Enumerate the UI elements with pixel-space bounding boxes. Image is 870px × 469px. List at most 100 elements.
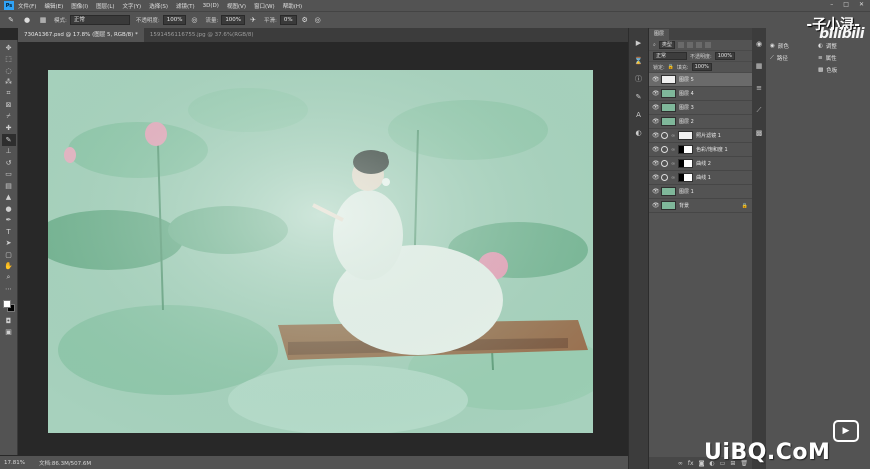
layer-name[interactable]: 色彩/饱和度 1 [696,146,727,153]
quick-mask-icon[interactable]: ◘ [2,315,16,327]
type-tool-icon[interactable]: T [2,226,16,238]
menu-view[interactable]: 视图(V) [227,2,246,10]
swatches-panel-icon[interactable]: ▩ [756,129,763,137]
layer-row[interactable]: 👁 ∞ 曲线 1 [649,171,752,185]
character-icon[interactable]: A [633,110,645,120]
layer-name[interactable]: 背景 [679,202,689,209]
brush-preset-icon[interactable]: ● [22,15,32,25]
filter-type-icon[interactable] [695,42,702,48]
tab-layers[interactable]: 图层 [649,29,670,40]
brush-panel-icon[interactable]: ✎ [633,92,645,102]
menu-layer[interactable]: 图层(L) [96,2,114,10]
menu-help[interactable]: 帮助(H) [283,2,302,10]
layer-style-icon[interactable]: fx [688,460,694,467]
eye-icon[interactable]: 👁 [652,188,660,195]
layer-row[interactable]: 👁 图层 1 [649,185,752,199]
layer-row[interactable]: 👁 ∞ 曲线 2 [649,157,752,171]
eye-icon[interactable]: 👁 [652,174,660,181]
link-layers-icon[interactable]: ∞ [678,460,683,467]
layer-name[interactable]: 照片滤镜 1 [696,132,721,139]
smooth-input[interactable]: 0% [279,15,297,25]
panel-paths[interactable]: ⟋ 路径 [770,54,788,63]
filter-pixel-icon[interactable] [677,42,684,48]
zoom-level[interactable]: 17.81% [4,460,25,466]
rectangle-tool-icon[interactable]: ▢ [2,249,16,261]
mode-select[interactable]: 正常 [69,15,130,25]
marquee-tool-icon[interactable]: ⬚ [2,54,16,66]
panel-adjust[interactable]: ◐ 调整 [818,42,837,50]
history-brush-tool-icon[interactable]: ↺ [2,157,16,169]
document-image[interactable] [48,70,593,433]
layer-name[interactable]: 图层 1 [679,188,694,195]
play-icon[interactable]: ▶ [633,38,645,48]
brush-tool-icon[interactable]: ✎ [1,134,16,146]
layer-name[interactable]: 图层 4 [679,90,694,97]
menu-edit[interactable]: 编辑(E) [44,2,63,10]
quick-select-tool-icon[interactable]: ⁂ [2,77,16,89]
hand-tool-icon[interactable]: ✋ [2,261,16,273]
color-swatches[interactable] [2,299,16,315]
layer-name[interactable]: 图层 5 [679,76,694,83]
color-panel-icon[interactable]: ◉ [756,40,762,48]
eye-icon[interactable]: 👁 [652,132,660,139]
path-selection-tool-icon[interactable]: ➤ [2,238,16,250]
eyedropper-tool-icon[interactable]: ⌿ [2,111,16,123]
zoom-tool-icon[interactable]: ⌕ [2,272,16,284]
foreground-color-swatch[interactable] [2,300,11,308]
layer-row[interactable]: 👁 ∞ 色彩/饱和度 1 [649,143,752,157]
link-icon[interactable]: ∞ [671,133,675,139]
pressure-opacity-icon[interactable]: ◎ [189,15,199,25]
link-icon[interactable]: ∞ [671,175,675,181]
gradient-tool-icon[interactable]: ▤ [2,180,16,192]
link-icon[interactable]: ∞ [671,161,675,167]
panel-swatches[interactable]: ▩ 色板 [818,66,837,74]
move-tool-icon[interactable]: ✥ [2,42,16,54]
layer-name[interactable]: 图层 3 [679,104,694,111]
properties-panel-icon[interactable]: ≡ [756,84,762,92]
eye-icon[interactable]: 👁 [652,146,660,153]
layer-row[interactable]: 👁 图层 5 [649,73,752,87]
gear-icon[interactable]: ⚙ [300,15,310,25]
filter-shape-icon[interactable] [704,42,711,48]
tab-document-1[interactable]: 730A1367.psd @ 17.8% (图层 5, RGB/8) * [18,28,144,42]
layer-row[interactable]: 👁 图层 3 [649,101,752,115]
history-icon[interactable]: ⌛ [633,56,645,66]
minimize-icon[interactable]: – [830,1,833,8]
eye-icon[interactable]: 👁 [652,202,660,209]
more-tools-icon[interactable]: ⋯ [2,284,16,296]
menu-window[interactable]: 窗口(W) [254,2,275,10]
flow-input[interactable]: 100% [221,15,246,25]
screen-mode-icon[interactable]: ▣ [2,327,16,339]
fill-input[interactable]: 100% [691,63,712,71]
opacity-input[interactable]: 100% [162,15,187,25]
info-icon[interactable]: ⓘ [633,74,645,84]
menu-file[interactable]: 文件(F) [18,2,36,10]
lock-icon[interactable]: 🔒 [668,64,674,70]
menu-select[interactable]: 选择(S) [149,2,168,10]
crop-tool-icon[interactable]: ⌗ [2,88,16,100]
panel-color[interactable]: ◉ 颜色 [770,42,789,50]
brush-tool-icon[interactable]: ✎ [6,15,16,25]
menu-image[interactable]: 图像(I) [71,2,88,10]
lasso-tool-icon[interactable]: ◌ [2,65,16,77]
layer-row[interactable]: 👁 背景 🔒 [649,199,752,213]
pen-tool-icon[interactable]: ✒ [2,215,16,227]
filter-adjustment-icon[interactable] [686,42,693,48]
clone-stamp-tool-icon[interactable]: ⊥ [2,146,16,158]
close-icon[interactable]: ✕ [859,1,864,8]
layer-name[interactable]: 曲线 2 [696,160,711,167]
layer-name[interactable]: 曲线 1 [696,174,711,181]
eye-icon[interactable]: 👁 [652,160,660,167]
layer-row[interactable]: 👁 图层 2 [649,115,752,129]
eye-icon[interactable]: 👁 [652,90,660,97]
airbrush-icon[interactable]: ✈ [248,15,258,25]
menu-type[interactable]: 文字(Y) [123,2,142,10]
layer-row[interactable]: 👁 ∞ 照片滤镜 1 [649,129,752,143]
adjust-panel-icon[interactable]: ▦ [756,62,763,70]
blur-tool-icon[interactable]: ▲ [2,192,16,204]
eraser-tool-icon[interactable]: ▭ [2,169,16,181]
eye-icon[interactable]: 👁 [652,76,660,83]
canvas-area[interactable] [18,42,628,456]
healing-brush-tool-icon[interactable]: ✚ [2,123,16,135]
link-icon[interactable]: ∞ [671,147,675,153]
